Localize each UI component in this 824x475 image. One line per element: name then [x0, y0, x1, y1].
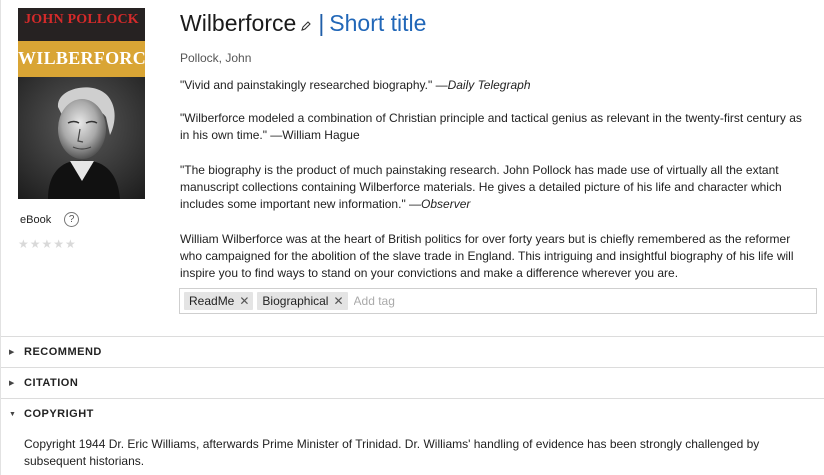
title-separator: |	[318, 10, 325, 36]
caret-right-icon: ▶	[9, 349, 15, 356]
review-quote: "Wilberforce modeled a combination of Ch…	[180, 110, 812, 144]
review-text: "The biography is the product of much pa…	[180, 163, 782, 211]
caret-down-icon: ▼	[9, 410, 16, 418]
page-frame: JOHN POLLOCK WILBERFORCE eBook ? ★★★★★ W…	[0, 0, 824, 475]
tag-editor[interactable]: ReadMe ✕ Biographical ✕	[179, 288, 817, 314]
add-tag-input[interactable]	[351, 294, 552, 308]
review-quote: "Vivid and painstakingly researched biog…	[180, 77, 812, 94]
tag-label: Biographical	[262, 294, 329, 308]
caret-right-icon: ▶	[9, 380, 15, 387]
author-name: Pollock, John	[180, 51, 252, 65]
section-label: CITATION	[24, 377, 79, 389]
review-source: Daily Telegraph	[447, 78, 531, 92]
section-label: COPYRIGHT	[24, 408, 94, 420]
review-text: "Wilberforce modeled a combination of Ch…	[180, 111, 802, 142]
review-text: "Vivid and painstakingly researched biog…	[180, 78, 448, 92]
star-rating[interactable]: ★★★★★	[18, 237, 77, 251]
remove-tag-icon[interactable]: ✕	[333, 295, 343, 307]
section-recommend[interactable]: ▶ RECOMMEND	[1, 336, 824, 367]
cover-title-text: WILBERFORCE	[18, 48, 145, 68]
edit-pencil-icon[interactable]	[300, 20, 312, 32]
remove-tag-icon[interactable]: ✕	[239, 295, 249, 307]
book-title: Wilberforce	[180, 10, 297, 36]
book-description: William Wilberforce was at the heart of …	[180, 232, 794, 280]
copyright-text: Copyright 1944 Dr. Eric Williams, afterw…	[24, 437, 760, 468]
tag-chip: ReadMe ✕	[184, 292, 254, 310]
help-icon[interactable]: ?	[64, 212, 80, 227]
section-label: RECOMMEND	[24, 346, 102, 358]
review-quote: "The biography is the product of much pa…	[180, 162, 812, 213]
cover-author-text: JOHN POLLOCK	[24, 12, 139, 27]
tag-label: ReadMe	[189, 294, 235, 308]
tag-chip: Biographical ✕	[257, 292, 348, 310]
format-row: eBook ?	[20, 212, 80, 227]
format-label: eBook	[20, 213, 52, 226]
section-citation[interactable]: ▶ CITATION	[1, 367, 824, 398]
book-cover-image[interactable]: JOHN POLLOCK WILBERFORCE	[18, 8, 145, 199]
section-copyright[interactable]: ▼ COPYRIGHT	[1, 398, 824, 429]
title-row: Wilberforce | Short title	[180, 10, 426, 37]
review-source: Observer	[421, 197, 471, 211]
cover-portrait	[18, 77, 145, 199]
short-title-link[interactable]: Short title	[329, 10, 426, 37]
